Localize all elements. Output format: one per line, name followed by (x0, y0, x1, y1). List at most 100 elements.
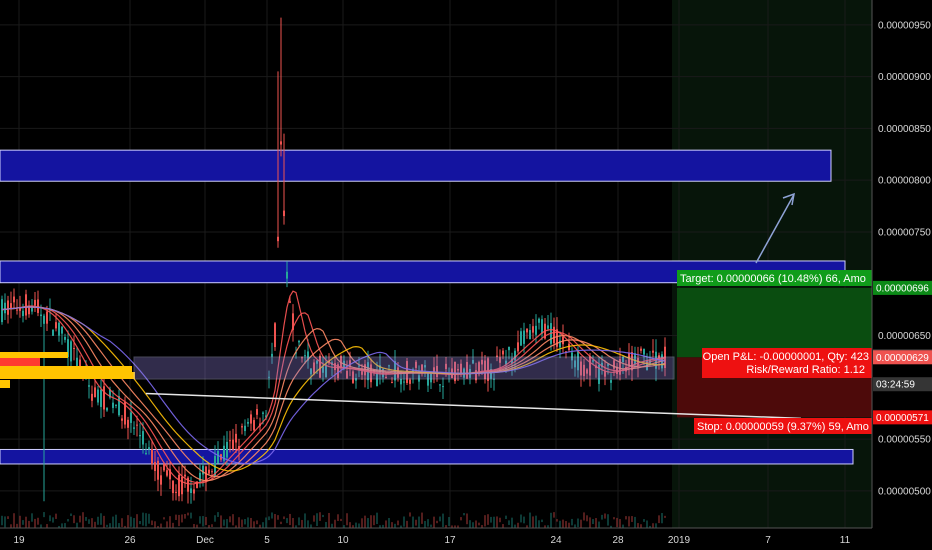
candle-body (202, 465, 204, 475)
candle-body (610, 380, 612, 383)
volume-bar (298, 517, 300, 526)
volume-bar (250, 517, 252, 529)
volume-bar (406, 520, 408, 528)
volume-bar (412, 516, 414, 529)
volume-bar (313, 515, 315, 522)
time-tick-label: 17 (444, 535, 456, 546)
volume-bar (613, 517, 615, 520)
candle-body (16, 309, 18, 311)
volume-bar (433, 516, 435, 530)
candle-body (250, 414, 252, 424)
price-tick-label: 0.00000950 (878, 20, 931, 31)
volume-bar (631, 516, 633, 522)
volume-bar (658, 515, 660, 524)
candle-body (193, 489, 195, 494)
volume-bar (592, 519, 594, 525)
volume-bar (523, 516, 525, 524)
volume-bar (505, 515, 507, 520)
volume-bar (43, 512, 45, 518)
volume-bar (373, 515, 375, 526)
volume-bar (535, 515, 537, 530)
candle-body (106, 408, 108, 411)
price-tick-label: 0.00000500 (878, 486, 931, 497)
volume-bar (463, 513, 465, 516)
volume-bar (508, 520, 510, 525)
volume-bar (274, 514, 276, 529)
volume-profile-bar (0, 366, 132, 372)
volume-bar (247, 517, 249, 528)
candle-body (157, 460, 159, 480)
candle-body (529, 330, 531, 340)
candle-body (298, 340, 300, 343)
candle-body (253, 420, 255, 431)
candle-body (22, 310, 24, 317)
volume-bar (550, 512, 552, 529)
volume-bar (583, 512, 585, 521)
volume-profile-bar (0, 380, 10, 388)
candle-body (280, 141, 282, 145)
candle-body (52, 329, 54, 336)
volume-bar (169, 516, 171, 529)
volume-bar (337, 514, 339, 521)
candle-body (523, 330, 525, 344)
volume-bar (529, 512, 531, 528)
volume-bar (625, 516, 627, 520)
candle-body (652, 350, 654, 353)
candle-body (262, 412, 264, 414)
price-tick-label: 0.00000650 (878, 331, 931, 342)
volume-bar (427, 519, 429, 527)
volume-bar (415, 519, 417, 526)
volume-bar (541, 519, 543, 523)
stop-label: Stop: 0.00000059 (9.37%) 59, Amo (697, 421, 869, 433)
volume-bar (121, 518, 123, 527)
volume-bar (220, 515, 222, 528)
volume-profile-bar (0, 372, 135, 379)
candle-body (244, 425, 246, 432)
candle-body (133, 427, 135, 429)
volume-bar (439, 516, 441, 522)
volume-bar (67, 519, 69, 522)
volume-bar (628, 516, 630, 527)
candle-body (142, 431, 144, 445)
target-label: Target: 0.00000066 (10.48%) 66, Amo (680, 273, 866, 285)
volume-bar (280, 521, 282, 525)
volume-bar (388, 517, 390, 529)
candle-body (403, 381, 405, 383)
volume-bar (616, 517, 618, 528)
volume-bar (268, 516, 270, 521)
candle-body (190, 488, 192, 493)
candle-body (46, 311, 48, 324)
time-tick-label: 19 (13, 535, 25, 546)
candle-body (4, 302, 6, 314)
profit-zone[interactable] (677, 287, 872, 358)
candle-body (91, 393, 93, 401)
volume-bar (496, 516, 498, 529)
price-tag-label: 0.00000629 (876, 353, 929, 364)
candle-body (643, 348, 645, 355)
volume-bar (223, 519, 225, 526)
candle-body (553, 326, 555, 344)
candle-body (178, 474, 180, 497)
volume-bar (436, 520, 438, 524)
volume-bar (127, 515, 129, 528)
candle-body (163, 464, 165, 471)
candle-body (121, 418, 123, 421)
chart-canvas[interactable]: Target: 0.00000066 (10.48%) 66, Amo Open … (0, 0, 932, 550)
candle-body (442, 386, 444, 388)
candle-body (13, 296, 15, 303)
candle-body (286, 271, 288, 279)
candle-body (520, 331, 522, 346)
candle-body (139, 434, 141, 437)
candle-body (502, 350, 504, 355)
range-box[interactable] (133, 356, 675, 380)
time-tick-label: 10 (337, 535, 349, 546)
volume-bar (91, 518, 93, 528)
candle-body (232, 439, 234, 450)
volume-bar (664, 515, 666, 518)
volume-bar (97, 516, 99, 525)
candle-body (304, 355, 306, 357)
zone-rect (0, 149, 832, 182)
volume-bar (142, 512, 144, 526)
candle-body (115, 404, 117, 406)
candle-body (94, 387, 96, 398)
